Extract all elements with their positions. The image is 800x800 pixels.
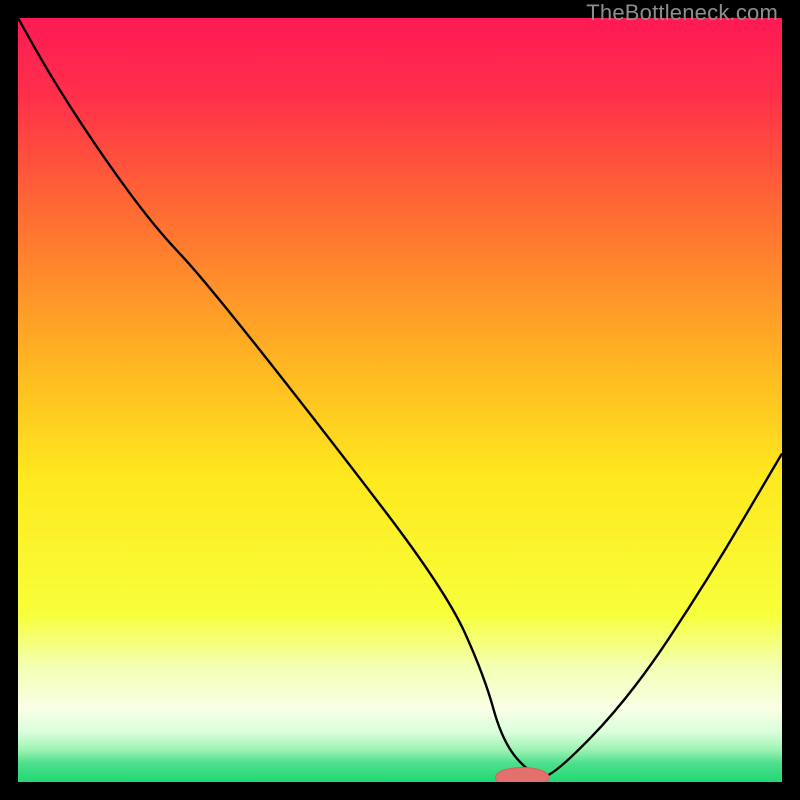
chart-canvas — [18, 18, 782, 782]
chart-frame — [18, 18, 782, 782]
watermark-text: TheBottleneck.com — [586, 0, 778, 26]
chart-background — [18, 18, 782, 782]
